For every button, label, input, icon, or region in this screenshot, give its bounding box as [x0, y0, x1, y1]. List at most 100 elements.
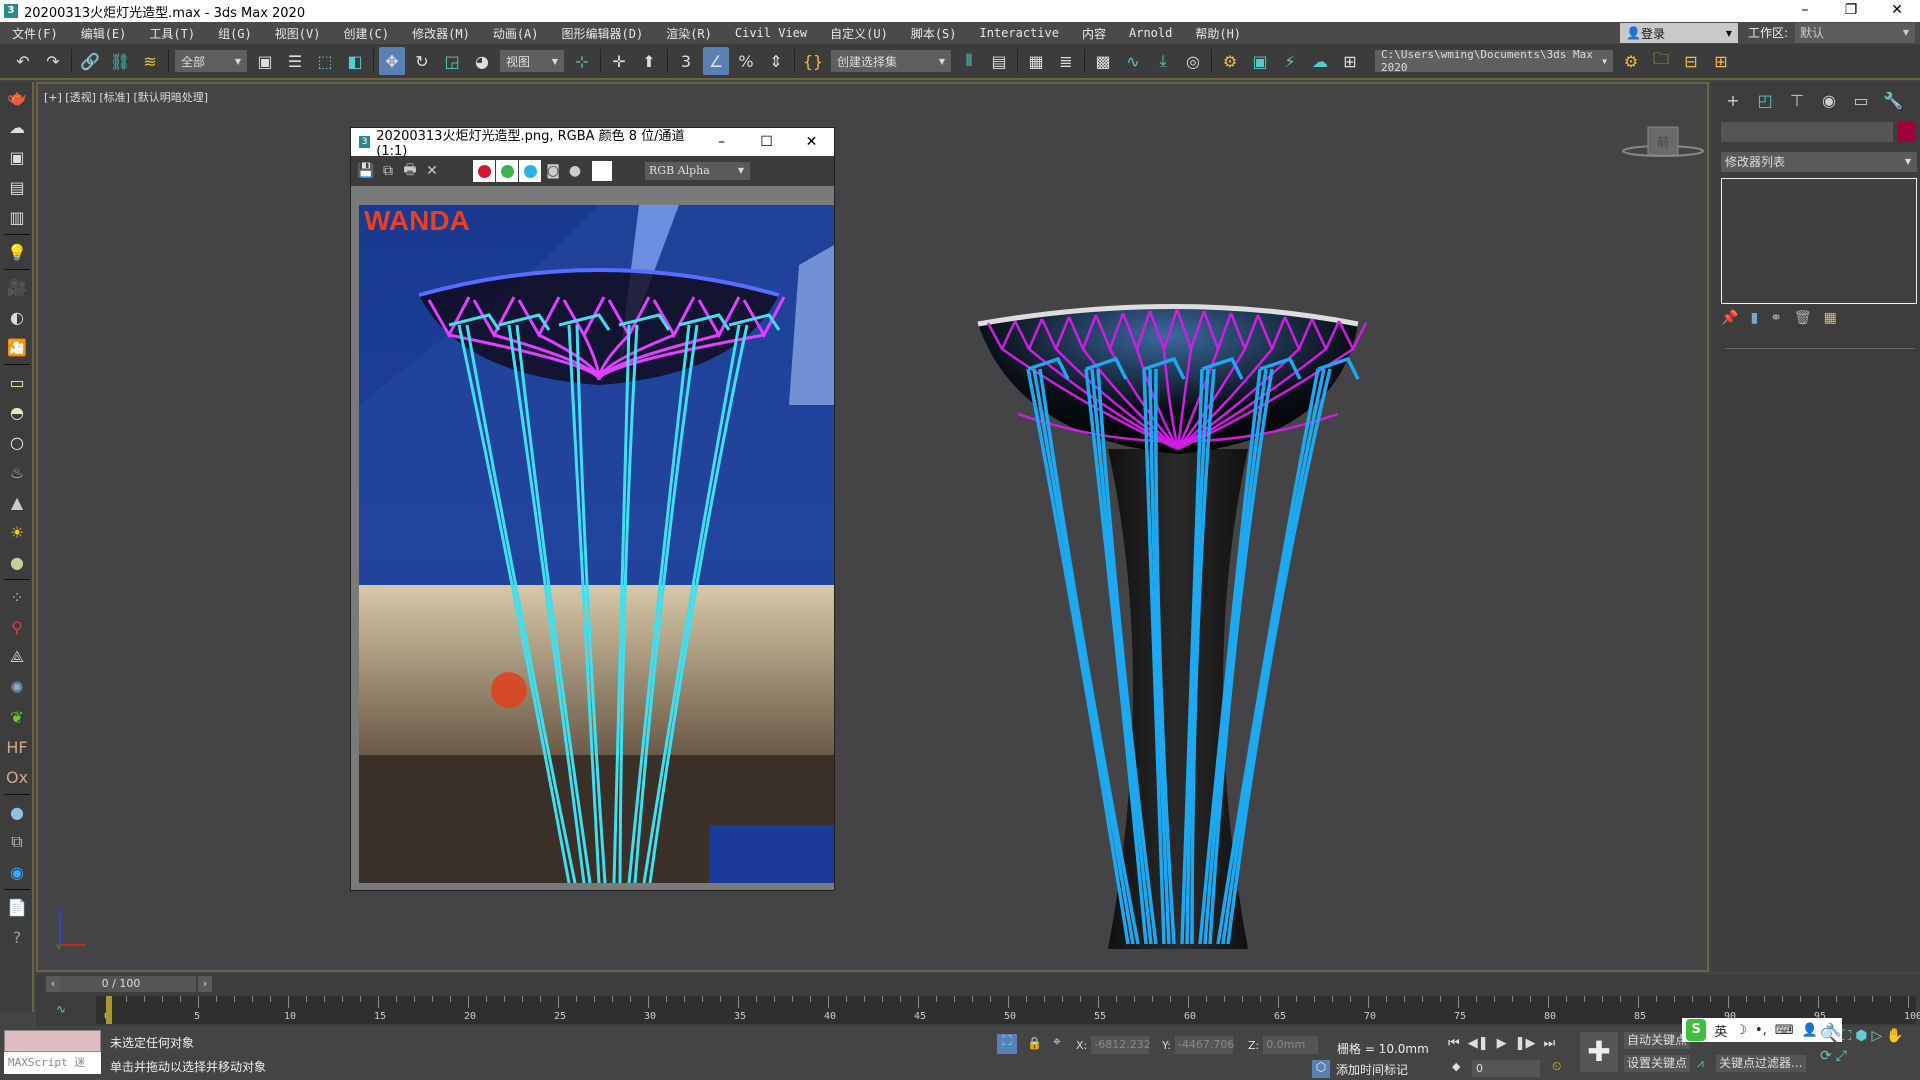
- close-button[interactable]: ✕: [1874, 0, 1920, 22]
- y-value-field[interactable]: -4467.706: [1174, 1036, 1234, 1054]
- image-close-button[interactable]: ✕: [789, 134, 834, 150]
- menu-customize[interactable]: 自定义(U): [818, 25, 899, 42]
- grass-icon[interactable]: ❦: [0, 702, 34, 732]
- orbit-icon[interactable]: ⟳: [1820, 1048, 1832, 1064]
- isolate-selection-icon[interactable]: ⛶: [997, 1034, 1017, 1054]
- time-slider[interactable]: ‹ 0 / 100 ›: [46, 976, 212, 992]
- modifier-list-dropdown[interactable]: 修改器列表 ▼: [1721, 152, 1917, 172]
- punctuation-icon[interactable]: •,: [1755, 1023, 1767, 1038]
- spinner-snap-icon[interactable]: ⇕: [763, 47, 789, 75]
- select-object-icon[interactable]: ▣: [252, 47, 278, 75]
- curve-editor-mini-icon[interactable]: ∿: [56, 1002, 66, 1016]
- image-viewer-window[interactable]: 3 20200313火炬灯光造型.png, RGBA 颜色 8 位/通道 (1:…: [350, 127, 835, 891]
- mirror-icon[interactable]: ⫴: [956, 47, 982, 75]
- green-channel-toggle[interactable]: [496, 160, 518, 182]
- align-icon[interactable]: ▤: [986, 47, 1012, 75]
- save-image-icon[interactable]: 💾: [355, 160, 377, 182]
- play-icon[interactable]: ▶: [1497, 1036, 1507, 1051]
- gizmo-icon[interactable]: ⟁: [0, 642, 34, 672]
- menu-edit[interactable]: 编辑(E): [69, 25, 138, 42]
- image-viewer-titlebar[interactable]: 3 20200313火炬灯光造型.png, RGBA 颜色 8 位/通道 (1:…: [351, 128, 834, 159]
- perspective-viewport[interactable]: [+] [透视] [标准] [默认明暗处理] 前 z y: [36, 82, 1709, 972]
- key-mode-icon[interactable]: ◆: [1452, 1060, 1460, 1073]
- blue-channel-toggle[interactable]: [519, 160, 541, 182]
- menu-tools[interactable]: 工具(T): [137, 25, 206, 42]
- ime-toolbar[interactable]: S 英 ☽ •, ⌨ 👤 🔧: [1682, 1018, 1842, 1042]
- dome-light-icon[interactable]: ◓: [0, 397, 34, 427]
- layer-explorer-icon[interactable]: ≣: [1053, 47, 1079, 75]
- login-dropdown[interactable]: 👤 登录 ▼: [1620, 23, 1738, 43]
- print-image-icon[interactable]: 🖶: [399, 160, 421, 182]
- edit-named-selection-icon[interactable]: {}: [800, 47, 826, 75]
- previous-key-icon[interactable]: ◀❚: [1468, 1036, 1489, 1051]
- toggle-ribbon-icon[interactable]: ▩: [1090, 47, 1116, 75]
- undo-icon[interactable]: ↶: [10, 47, 36, 75]
- keyboard-shortcut-override-icon[interactable]: ⬆: [636, 47, 662, 75]
- modifier-stack[interactable]: [1721, 178, 1917, 304]
- panel-icon[interactable]: ▤: [0, 172, 34, 202]
- menu-content[interactable]: 内容: [1070, 25, 1117, 42]
- maxscript-listener[interactable]: MAXScript 迷: [4, 1030, 101, 1076]
- script-listener-icon[interactable]: 📄: [0, 892, 34, 922]
- project-path-dropdown[interactable]: C:\Users\wming\Documents\3ds Max 2020 ▼: [1375, 48, 1613, 74]
- configure-modifier-sets-icon[interactable]: ▦: [1824, 310, 1837, 326]
- environment-icon[interactable]: ◉: [0, 857, 34, 887]
- rendered-frame-window-icon[interactable]: ▣: [1247, 47, 1273, 75]
- create-tab[interactable]: +: [1717, 86, 1749, 114]
- object-name-field[interactable]: [1721, 122, 1893, 142]
- physical-camera-icon[interactable]: 🎦: [0, 332, 34, 362]
- render-frame-icon[interactable]: ▣: [0, 142, 34, 172]
- unlink-icon[interactable]: ⛓: [107, 47, 133, 75]
- pin-stack-icon[interactable]: 📌: [1721, 310, 1738, 326]
- mesh-light-icon[interactable]: ♨: [0, 457, 34, 487]
- percent-snap-icon[interactable]: %: [733, 47, 759, 75]
- sphere-light-icon[interactable]: ○: [0, 427, 34, 457]
- maximize-viewport-icon[interactable]: ⤢: [1836, 1048, 1847, 1064]
- time-config-icon[interactable]: ⏲: [1552, 1059, 1561, 1074]
- hierarchy-tab[interactable]: ⊤: [1781, 86, 1813, 114]
- scene-explorer-icon[interactable]: ▦: [1023, 47, 1049, 75]
- x-value-field[interactable]: -6812.232: [1091, 1036, 1151, 1054]
- bind-space-warp-icon[interactable]: ≋: [137, 47, 163, 75]
- manipulate-icon[interactable]: ✛: [606, 47, 632, 75]
- spot-light-icon[interactable]: ▲: [0, 487, 34, 517]
- lock-icon[interactable]: 🔒: [1027, 1036, 1042, 1050]
- menu-animation[interactable]: 动画(A): [481, 25, 550, 42]
- menu-scripting[interactable]: 脚本(S): [899, 25, 968, 42]
- alpha-channel-icon[interactable]: ◙: [542, 160, 564, 182]
- material-editor-icon[interactable]: ◎: [1180, 47, 1206, 75]
- z-value-field[interactable]: 0.0mm: [1263, 1036, 1319, 1054]
- viewport-layouts-icon[interactable]: ⊞: [1337, 47, 1363, 75]
- next-key-icon[interactable]: ❚▶: [1515, 1036, 1536, 1051]
- make-unique-icon[interactable]: ⚭: [1770, 310, 1782, 326]
- hair-fur-icon[interactable]: HF: [0, 732, 34, 762]
- placement-icon[interactable]: ◕: [469, 47, 495, 75]
- redo-icon[interactable]: ↷: [40, 47, 66, 75]
- menu-interactive[interactable]: Interactive: [968, 26, 1070, 40]
- restore-button[interactable]: ❐: [1828, 0, 1874, 22]
- background-color-swatch[interactable]: [592, 161, 612, 181]
- pan-icon[interactable]: ✋: [1886, 1028, 1903, 1044]
- timeline-track[interactable]: 0510152025303540455055606570758085909510…: [96, 996, 1920, 1024]
- motion-tab[interactable]: ◉: [1813, 86, 1845, 114]
- select-scale-icon[interactable]: ◲: [439, 47, 465, 75]
- keyboard-icon[interactable]: ⌨: [1775, 1023, 1794, 1038]
- key-filter-icon[interactable]: ⩘: [1697, 1056, 1704, 1071]
- key-filters-button[interactable]: 关键点过滤器...: [1716, 1055, 1806, 1072]
- select-by-name-icon[interactable]: ☰: [282, 47, 308, 75]
- menu-arnold[interactable]: Arnold: [1117, 26, 1183, 40]
- pivot-center-icon[interactable]: ⊹: [569, 47, 595, 75]
- set-key-button[interactable]: 设置关键点: [1624, 1055, 1691, 1072]
- schematic-view-icon[interactable]: ⤓: [1150, 47, 1176, 75]
- utilities-tab[interactable]: 🔧: [1877, 86, 1909, 114]
- angle-snap-icon[interactable]: ∠: [703, 47, 729, 75]
- cloud-icon[interactable]: ☁: [0, 112, 34, 142]
- camera-half-icon[interactable]: ◐: [0, 302, 34, 332]
- copy-image-icon[interactable]: ⧉: [377, 160, 399, 182]
- minimize-button[interactable]: –: [1782, 0, 1828, 22]
- set-key-big-button[interactable]: ✚: [1580, 1032, 1618, 1072]
- menu-civil-view[interactable]: Civil View: [723, 26, 818, 40]
- clear-image-icon[interactable]: ✕: [421, 160, 443, 182]
- curve-editor-icon[interactable]: ∿: [1120, 47, 1146, 75]
- image-maximize-button[interactable]: ☐: [744, 134, 789, 150]
